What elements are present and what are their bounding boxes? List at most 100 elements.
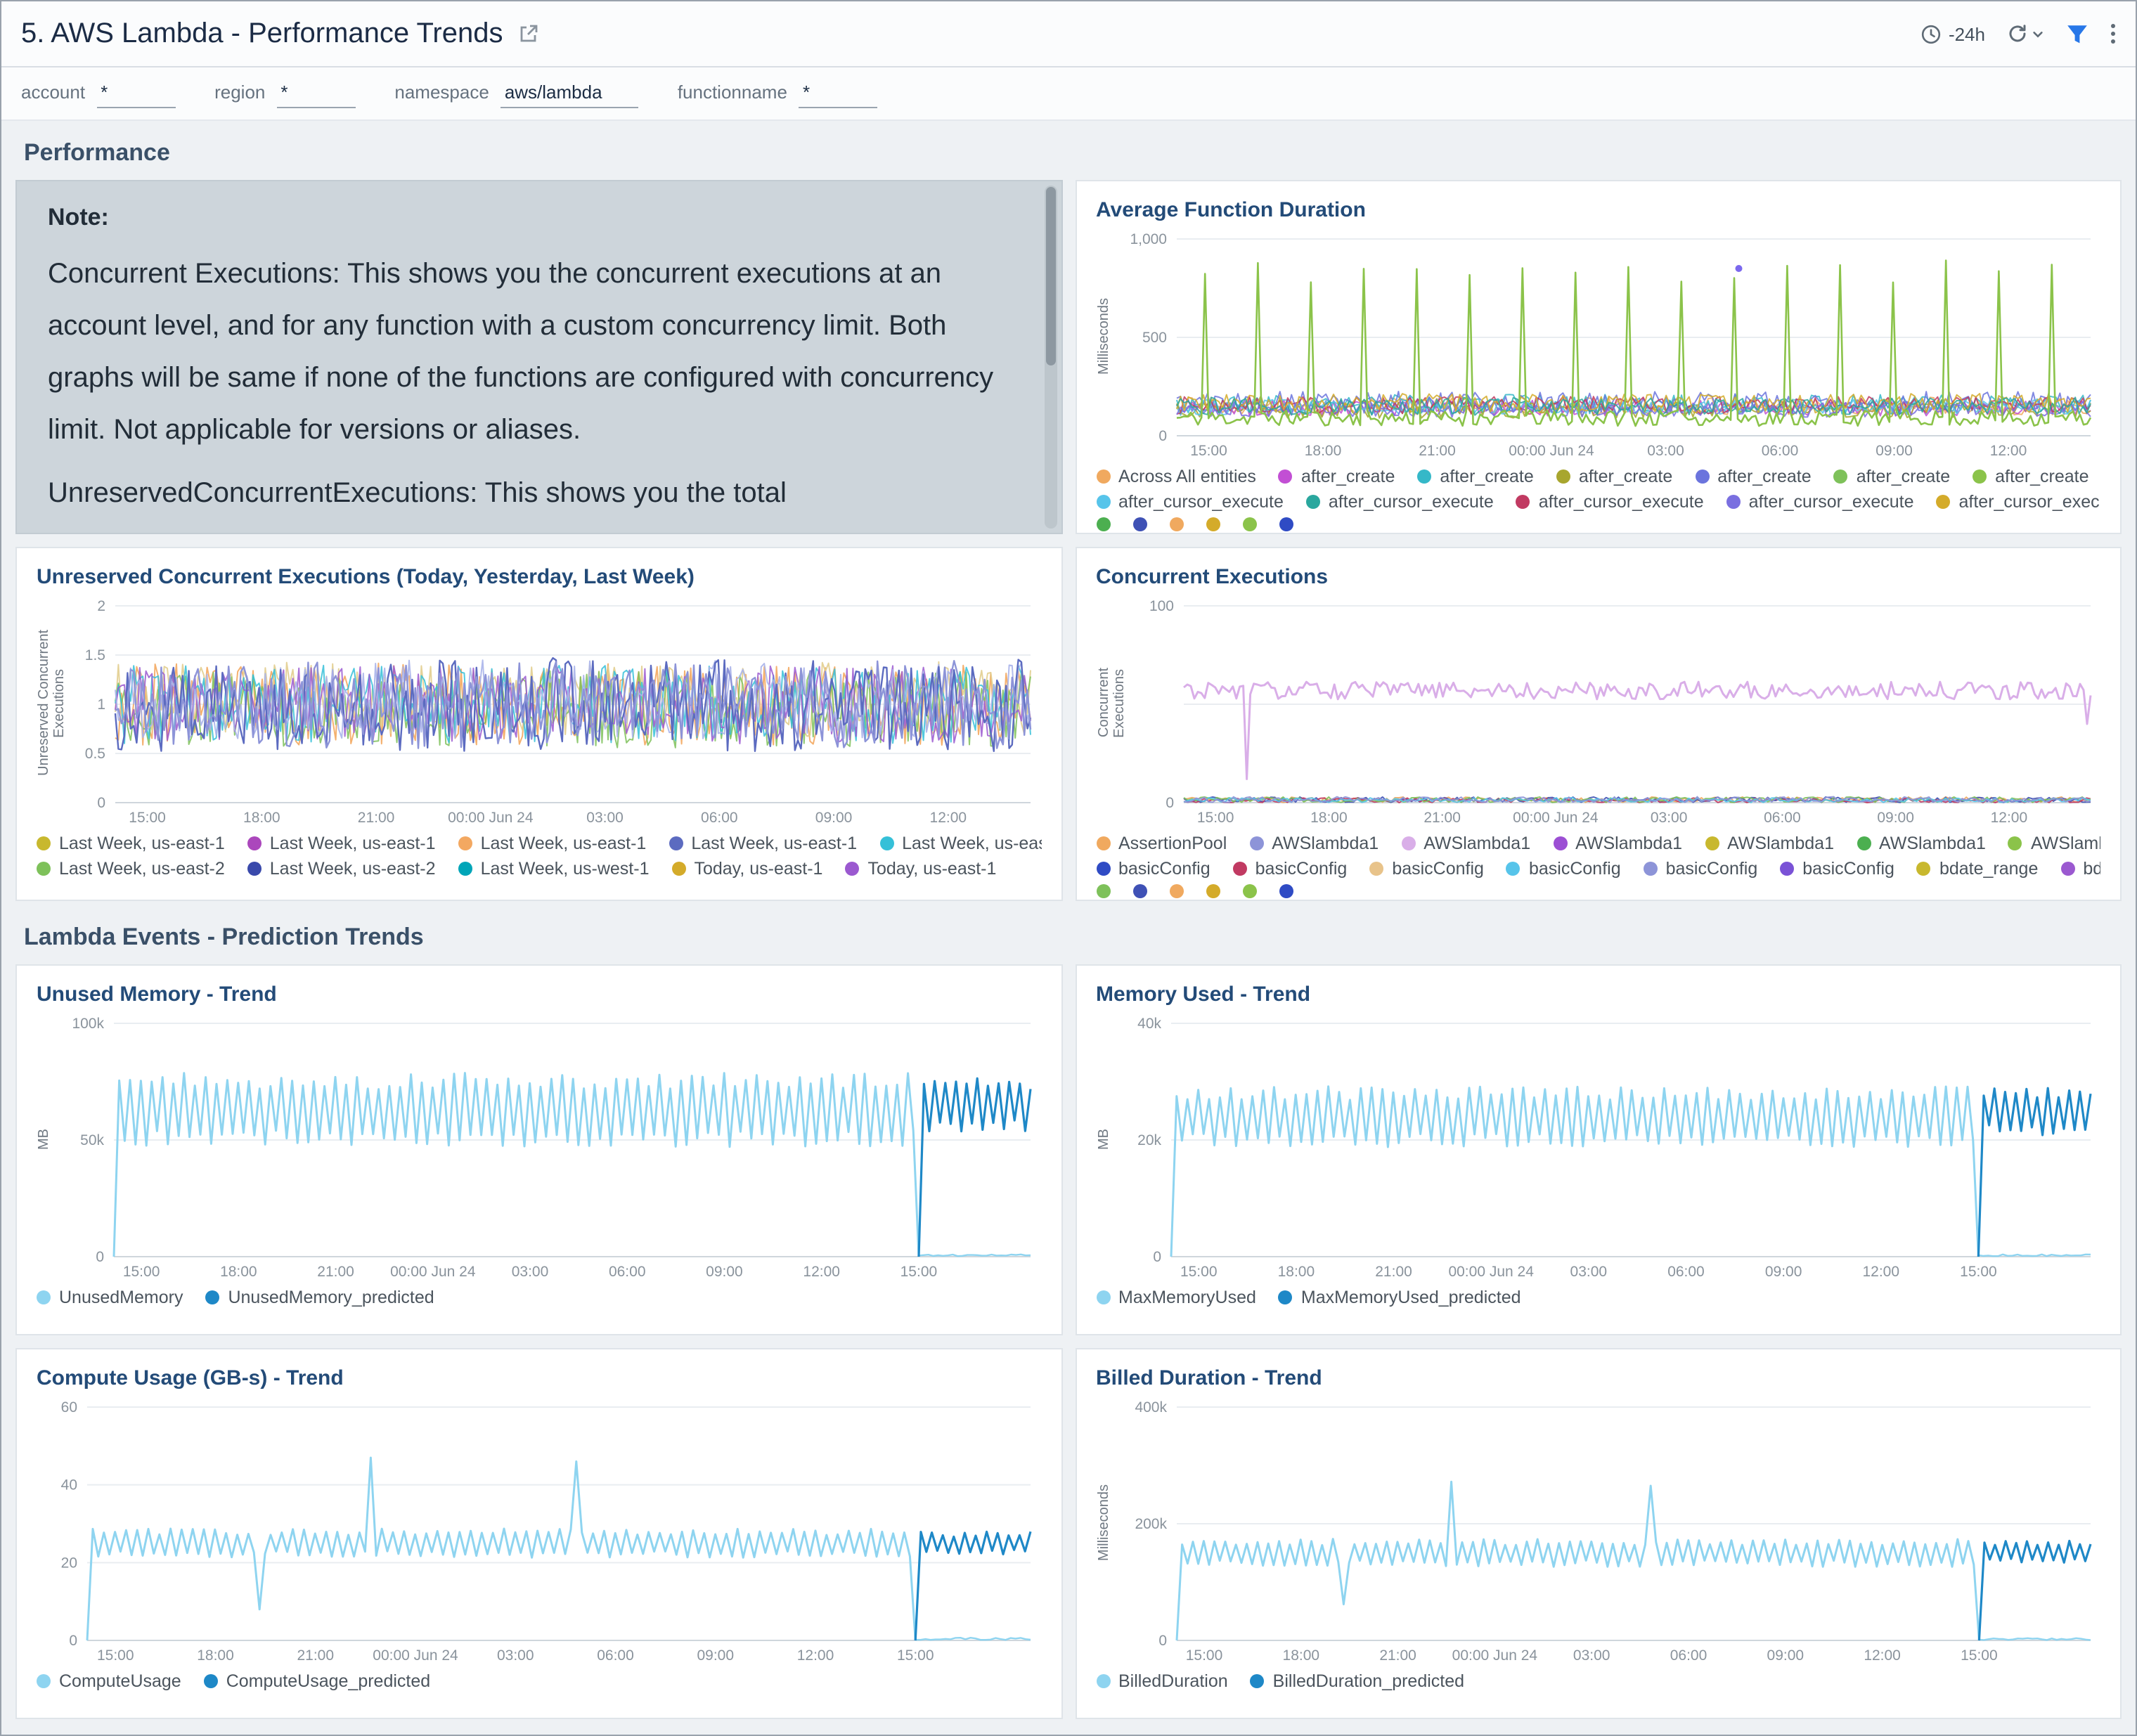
legend-label: after_cursor_execute <box>1959 492 2101 512</box>
legend-item[interactable]: basicConfig <box>1233 859 1348 879</box>
legend-item[interactable]: after_cursor_execute <box>1516 492 1704 512</box>
legend-item[interactable]: after_create <box>1973 467 2088 486</box>
legend-label: Last Week, us-east-2 <box>59 859 225 879</box>
account-filter-input[interactable] <box>96 79 175 108</box>
legend-item[interactable]: basicConfig <box>1369 859 1484 879</box>
refresh-button[interactable] <box>2006 22 2044 45</box>
legend-item[interactable]: bdate_range <box>1917 859 2038 879</box>
svg-text:15:00: 15:00 <box>1959 1264 1996 1280</box>
legend-item[interactable]: Last Week, us-east-1 <box>37 834 225 853</box>
legend-item[interactable] <box>1132 517 1147 531</box>
legend-item[interactable]: AWSlambda1 <box>1249 834 1379 853</box>
panel-title: Unused Memory - Trend <box>37 983 1041 1006</box>
legend-label: AssertionPool <box>1118 834 1227 853</box>
legend-item[interactable]: Last Week, us-east-1 <box>458 834 647 853</box>
legend-item[interactable]: Last Week, us-east-2 <box>247 859 436 879</box>
compute-usage-trend-chart[interactable]: 604020015:0018:0021:0000:00 Jun 2403:000… <box>37 1399 1041 1666</box>
legend-item[interactable]: Today, us-east-1 <box>845 859 996 879</box>
legend-item[interactable] <box>1206 517 1220 531</box>
legend-item[interactable]: AWSlambda1 <box>2008 834 2100 853</box>
svg-text:20: 20 <box>61 1555 77 1571</box>
legend-item[interactable]: UnusedMemory <box>37 1288 183 1307</box>
legend-item[interactable]: after_cursor_execute <box>1726 492 1914 512</box>
legend-item[interactable]: Last Week, us-west-1 <box>458 859 650 879</box>
legend-item[interactable]: after_cursor_execute <box>1937 492 2101 512</box>
legend-item[interactable]: after_cursor_execute <box>1096 492 1284 512</box>
concurrent-executions-chart[interactable]: ConcurrentExecutions100015:0018:0021:000… <box>1096 597 2100 828</box>
legend-item[interactable]: basicConfig <box>1644 859 1758 879</box>
legend-item[interactable]: MaxMemoryUsed <box>1096 1288 1256 1307</box>
legend-item[interactable]: AWSlambda1 <box>1553 834 1682 853</box>
legend-item[interactable]: Last Week, us-east-2 <box>879 834 1041 853</box>
legend-item[interactable] <box>1096 884 1110 898</box>
legend-item[interactable] <box>1096 517 1110 531</box>
unreserved-concurrent-executions-chart[interactable]: Unreserved ConcurrentExecutions21.510.50… <box>37 597 1041 828</box>
legend-item[interactable]: ComputeUsage_predicted <box>204 1671 430 1691</box>
legend-item[interactable]: UnusedMemory_predicted <box>205 1288 434 1307</box>
legend-item[interactable] <box>1169 517 1183 531</box>
svg-text:03:00: 03:00 <box>586 810 624 826</box>
legend-item[interactable]: Last Week, us-east-2 <box>37 859 225 879</box>
legend-item[interactable]: Last Week, us-east-1 <box>669 834 857 853</box>
legend-item[interactable]: Today, us-east-1 <box>671 859 822 879</box>
legend-item[interactable] <box>1279 517 1293 531</box>
legend-item[interactable]: Across All entities <box>1096 467 1256 486</box>
legend-item[interactable]: after_create <box>1556 467 1672 486</box>
legend-item[interactable]: ComputeUsage <box>37 1671 181 1691</box>
legend-item[interactable]: BilledDuration <box>1096 1671 1228 1691</box>
legend-item[interactable]: AssertionPool <box>1096 834 1227 853</box>
unused-memory-trend-chart[interactable]: MB100k50k015:0018:0021:0000:00 Jun 2403:… <box>37 1015 1041 1282</box>
legend-dot <box>1834 469 1848 484</box>
legend-item[interactable] <box>1132 884 1147 898</box>
legend-dot <box>1206 884 1220 898</box>
legend-item[interactable]: after_create <box>1695 467 1811 486</box>
svg-text:09:00: 09:00 <box>1875 443 1912 459</box>
legend-dot <box>1132 884 1147 898</box>
legend-item[interactable] <box>1279 884 1293 898</box>
legend-item[interactable]: BilledDuration_predicted <box>1251 1671 1464 1691</box>
functionname-filter-input[interactable] <box>799 79 877 108</box>
legend-item[interactable]: MaxMemoryUsed_predicted <box>1279 1288 1521 1307</box>
filter-functionname-label: functionname <box>678 81 787 102</box>
avg-function-duration-chart[interactable]: Milliseconds1,000500015:0018:0021:0000:0… <box>1096 231 2100 461</box>
legend-item[interactable]: after_create <box>1279 467 1395 486</box>
y-axis-label: Milliseconds <box>1096 231 1111 461</box>
legend-item[interactable]: bdate_range <box>2060 859 2100 879</box>
svg-text:1.5: 1.5 <box>85 647 105 663</box>
legend-item[interactable] <box>1206 884 1220 898</box>
time-range-button[interactable]: -24h <box>1920 23 1985 44</box>
note-scrollbar[interactable] <box>1044 186 1057 529</box>
legend-item[interactable]: after_create <box>1417 467 1533 486</box>
legend-item[interactable]: after_cursor_execute <box>1306 492 1494 512</box>
namespace-filter-input[interactable] <box>501 79 638 108</box>
panel-title: Unreserved Concurrent Executions (Today,… <box>37 565 1041 589</box>
legend-item[interactable]: basicConfig <box>1780 859 1894 879</box>
kebab-menu-button[interactable] <box>2110 22 2116 45</box>
legend-item[interactable]: AWSlambda1 <box>1857 834 1986 853</box>
note-scrollbar-thumb[interactable] <box>1045 187 1055 365</box>
legend-dot <box>2060 862 2074 876</box>
legend-item[interactable]: basicConfig <box>1506 859 1621 879</box>
legend-item[interactable] <box>1242 517 1256 531</box>
legend-dot <box>1096 495 1110 509</box>
filter-region-label: region <box>214 81 265 102</box>
svg-text:03:00: 03:00 <box>1570 1264 1607 1280</box>
filter-functionname: functionname <box>678 79 877 108</box>
legend-item[interactable] <box>1169 884 1183 898</box>
panel-memory-used-trend: Memory Used - Trend MB40k20k015:0018:002… <box>1075 964 2122 1335</box>
legend-item[interactable]: AWSlambda1 <box>1401 834 1530 853</box>
legend-item[interactable]: basicConfig <box>1096 859 1210 879</box>
legend-item[interactable] <box>1242 884 1256 898</box>
svg-text:21:00: 21:00 <box>1374 1264 1412 1280</box>
open-in-new-icon[interactable] <box>517 22 540 45</box>
legend-item[interactable]: AWSlambda1 <box>1705 834 1834 853</box>
region-filter-input[interactable] <box>276 79 355 108</box>
billed-duration-trend-chart[interactable]: Milliseconds400k200k015:0018:0021:0000:0… <box>1096 1399 2100 1666</box>
legend-label: Across All entities <box>1118 467 1256 486</box>
legend-item[interactable]: after_create <box>1834 467 1950 486</box>
legend-item[interactable]: Last Week, us-east-1 <box>247 834 436 853</box>
memory-used-trend-chart[interactable]: MB40k20k015:0018:0021:0000:00 Jun 2403:0… <box>1096 1015 2100 1282</box>
filter-button[interactable] <box>2065 22 2089 46</box>
svg-text:00:00 Jun 24: 00:00 Jun 24 <box>390 1264 476 1280</box>
svg-text:00:00 Jun 24: 00:00 Jun 24 <box>1512 810 1598 826</box>
